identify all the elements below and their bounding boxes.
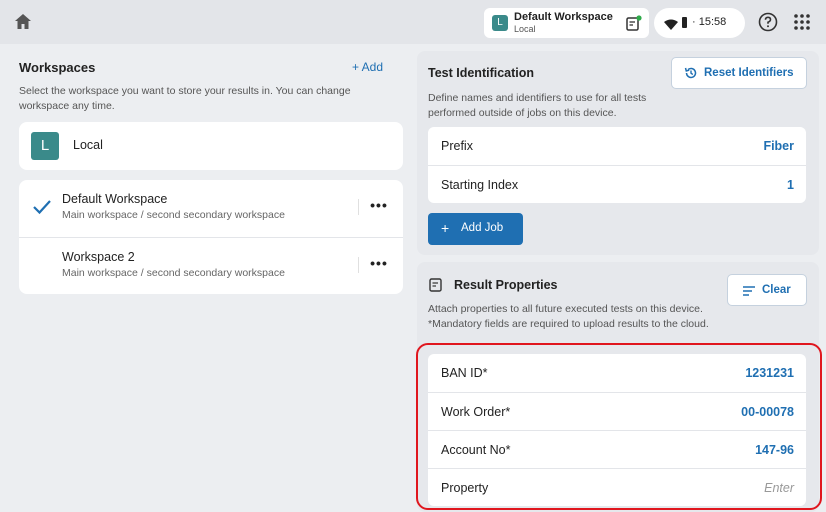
prefix-value: Fiber [763, 139, 794, 153]
clipboard-icon[interactable] [624, 15, 642, 33]
divider [358, 257, 359, 273]
prefix-row[interactable]: Prefix Fiber [428, 127, 806, 165]
status-indicator[interactable]: · 15:58 [654, 8, 745, 38]
clear-button[interactable]: Clear [727, 274, 807, 306]
prefix-label: Prefix [441, 139, 473, 153]
highlight-annotation [416, 343, 822, 510]
battery-icon [682, 17, 687, 28]
plus-icon: + [441, 220, 450, 236]
add-workspace-button[interactable]: + Add [352, 60, 383, 74]
more-options-icon[interactable]: ••• [367, 255, 391, 275]
workspace-list: Default Workspace Main workspace / secon… [19, 180, 403, 294]
workspaces-description: Select the workspace you want to store y… [19, 85, 351, 112]
help-icon[interactable] [757, 11, 779, 33]
test-identification-description: Define names and identifiers to use for … [428, 92, 647, 119]
clear-label: Clear [762, 284, 791, 296]
wifi-icon [664, 17, 678, 35]
test-identification-panel: Test Identification Reset Identifiers De… [417, 51, 819, 255]
workspace-selector[interactable]: L Default Workspace Local [484, 8, 649, 38]
result-properties-description: Attach properties to all future executed… [428, 303, 709, 330]
workspace-name: Default Workspace [514, 11, 613, 23]
workspace-name: Default Workspace [62, 192, 168, 206]
top-bar: L Default Workspace Local · 15:58 [0, 0, 826, 44]
checkmark-icon [32, 197, 52, 222]
result-properties-heading: Result Properties [454, 278, 558, 292]
workspace-name: Workspace 2 [62, 250, 135, 264]
reset-identifiers-button[interactable]: Reset Identifiers [671, 57, 807, 89]
workspace-item-2[interactable]: Workspace 2 Main workspace / second seco… [19, 237, 403, 294]
starting-index-row[interactable]: Starting Index 1 [428, 165, 806, 203]
starting-index-value: 1 [787, 178, 794, 192]
add-job-button[interactable]: + Add Job [428, 213, 523, 245]
workspace-path: Main workspace / second secondary worksp… [62, 267, 285, 279]
clipboard-icon [428, 277, 444, 298]
local-label: Local [73, 138, 103, 152]
clear-list-icon [742, 285, 756, 300]
history-icon [684, 66, 698, 83]
local-avatar: L [31, 132, 59, 160]
workspace-location: Local [514, 24, 536, 34]
test-identification-heading: Test Identification [428, 66, 535, 80]
apps-grid-icon[interactable] [792, 12, 812, 32]
local-workspace-card[interactable]: L Local [19, 122, 403, 170]
divider [358, 199, 359, 215]
home-icon[interactable] [12, 11, 34, 33]
starting-index-label: Starting Index [441, 178, 519, 192]
workspace-item-default[interactable]: Default Workspace Main workspace / secon… [19, 180, 403, 237]
workspace-path: Main workspace / second secondary worksp… [62, 209, 285, 221]
reset-identifiers-label: Reset Identifiers [704, 67, 794, 79]
workspaces-heading: Workspaces [19, 60, 96, 75]
more-options-icon[interactable]: ••• [367, 197, 391, 217]
add-job-label: Add Job [461, 222, 504, 234]
clock-time: · 15:58 [692, 16, 727, 28]
workspace-avatar: L [492, 15, 508, 31]
